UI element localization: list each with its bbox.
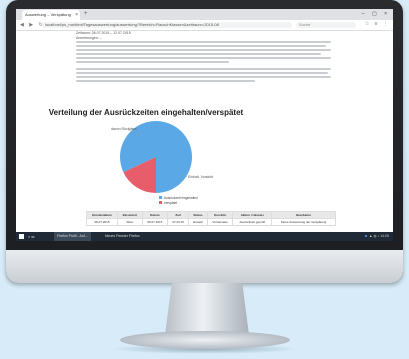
browser-tab-bar: Auswertung – Verspätung × + – ▢ × xyxy=(16,9,393,20)
paragraph-line xyxy=(76,57,331,59)
table-header: Aktion / Hinweis xyxy=(232,211,273,219)
table-cell: Wien xyxy=(117,218,143,226)
paragraph-line xyxy=(76,80,255,82)
os-taskbar: ⌕ ▭ Firefox Profil - Auf... Neues Fenste… xyxy=(16,232,393,241)
table-cell: Ausrückzeit geprüft xyxy=(232,218,273,226)
monitor-stand-foot xyxy=(120,331,290,349)
meta-line: Zeitraum: 06.07.2015 – 12.07.2015 xyxy=(76,31,131,35)
table-cell: Einsatz xyxy=(188,218,208,226)
browser-toolbar: ◀ ▶ ↻ localhost/ps_ma/html/Tagesauswertu… xyxy=(16,20,393,31)
paragraph-line xyxy=(76,61,229,63)
table-header: Bearbeiter xyxy=(271,211,336,219)
paragraph-line xyxy=(76,53,321,55)
search-input[interactable]: Suche xyxy=(296,22,356,28)
paragraph-line xyxy=(76,49,331,51)
table-cell: Vorderseite xyxy=(206,218,234,226)
slice-label: davon Rückfahrt xyxy=(111,127,137,131)
windows-start-icon[interactable] xyxy=(19,234,24,239)
window-controls[interactable]: – ▢ × xyxy=(362,9,390,20)
nav-buttons[interactable]: ◀ ▶ ↻ xyxy=(20,22,45,28)
table-header: Zeit xyxy=(166,211,190,219)
legend-swatch xyxy=(159,201,162,204)
table-header: Einsatzort xyxy=(117,211,143,219)
table-cell: 06.07.2015 xyxy=(141,218,169,226)
paragraph-line xyxy=(76,76,331,78)
network-icon xyxy=(365,235,368,238)
meta-line: Anmerkungen: – xyxy=(76,36,102,40)
system-tray[interactable]: ▲ ◍ ♪ 14:05 xyxy=(365,232,389,241)
pie-slices xyxy=(120,121,192,193)
table-row[interactable]: 08.07.2015 Wien 06.07.2015 07:23:15 Eins… xyxy=(86,218,336,226)
tray-text: ▲ ◍ ♪ 14:05 xyxy=(369,234,389,238)
paragraph-line xyxy=(76,72,329,74)
pie-chart: davon Rückfahrt Einhalt. Vorsicht Ausrüc… xyxy=(111,121,213,205)
tab-close-icon[interactable]: × xyxy=(75,10,78,20)
toolbar-icons[interactable]: ☆ ≡ ⋮ xyxy=(365,21,390,27)
slice-label: Einhalt. Vorsicht xyxy=(188,175,213,179)
page-content: Zeitraum: 06.07.2015 – 12.07.2015 Anmerk… xyxy=(76,31,331,84)
table-header: Einsatzdatum xyxy=(86,211,118,219)
legend-swatch xyxy=(159,196,162,199)
taskbar-search-icon[interactable]: ⌕ ▭ xyxy=(28,234,34,239)
new-tab-button[interactable]: + xyxy=(84,9,88,20)
url-bar[interactable]: localhost/ps_ma/html/Tagesauswertung/aus… xyxy=(42,22,292,28)
browser-tab[interactable]: Auswertung – Verspätung × xyxy=(22,10,80,20)
taskbar-app-window[interactable]: Neues Fenster Firefox xyxy=(102,232,143,241)
taskbar-app-firefox[interactable]: Firefox Profil - Auf... xyxy=(54,232,91,241)
legend-label: Ausrückzeit eingehalten xyxy=(164,196,198,200)
tab-title: Auswertung – Verspätung xyxy=(25,12,71,17)
legend-label: verspätet xyxy=(164,201,177,205)
table-cell: 07:23:15 xyxy=(166,218,190,226)
monitor-screen: Auswertung – Verspätung × + – ▢ × ◀ ▶ ↻ … xyxy=(16,9,393,241)
paragraph-line xyxy=(76,68,331,70)
table-header: Datum xyxy=(141,211,169,219)
paragraph-line xyxy=(76,41,331,43)
table-cell: 08.07.2015 xyxy=(86,218,118,226)
table-header: Status xyxy=(188,211,208,219)
paragraph-line xyxy=(76,45,326,47)
table-header-row: Einsatzdatum Einsatzort Datum Zeit Statu… xyxy=(86,211,336,219)
monitor-chin xyxy=(6,250,403,283)
monitor-stand-neck xyxy=(165,283,249,335)
data-table: Einsatzdatum Einsatzort Datum Zeit Statu… xyxy=(86,211,336,226)
table-header: Kurzinfo xyxy=(206,211,234,219)
table-cell: Keine Auswertung der Verspätung xyxy=(271,218,336,226)
